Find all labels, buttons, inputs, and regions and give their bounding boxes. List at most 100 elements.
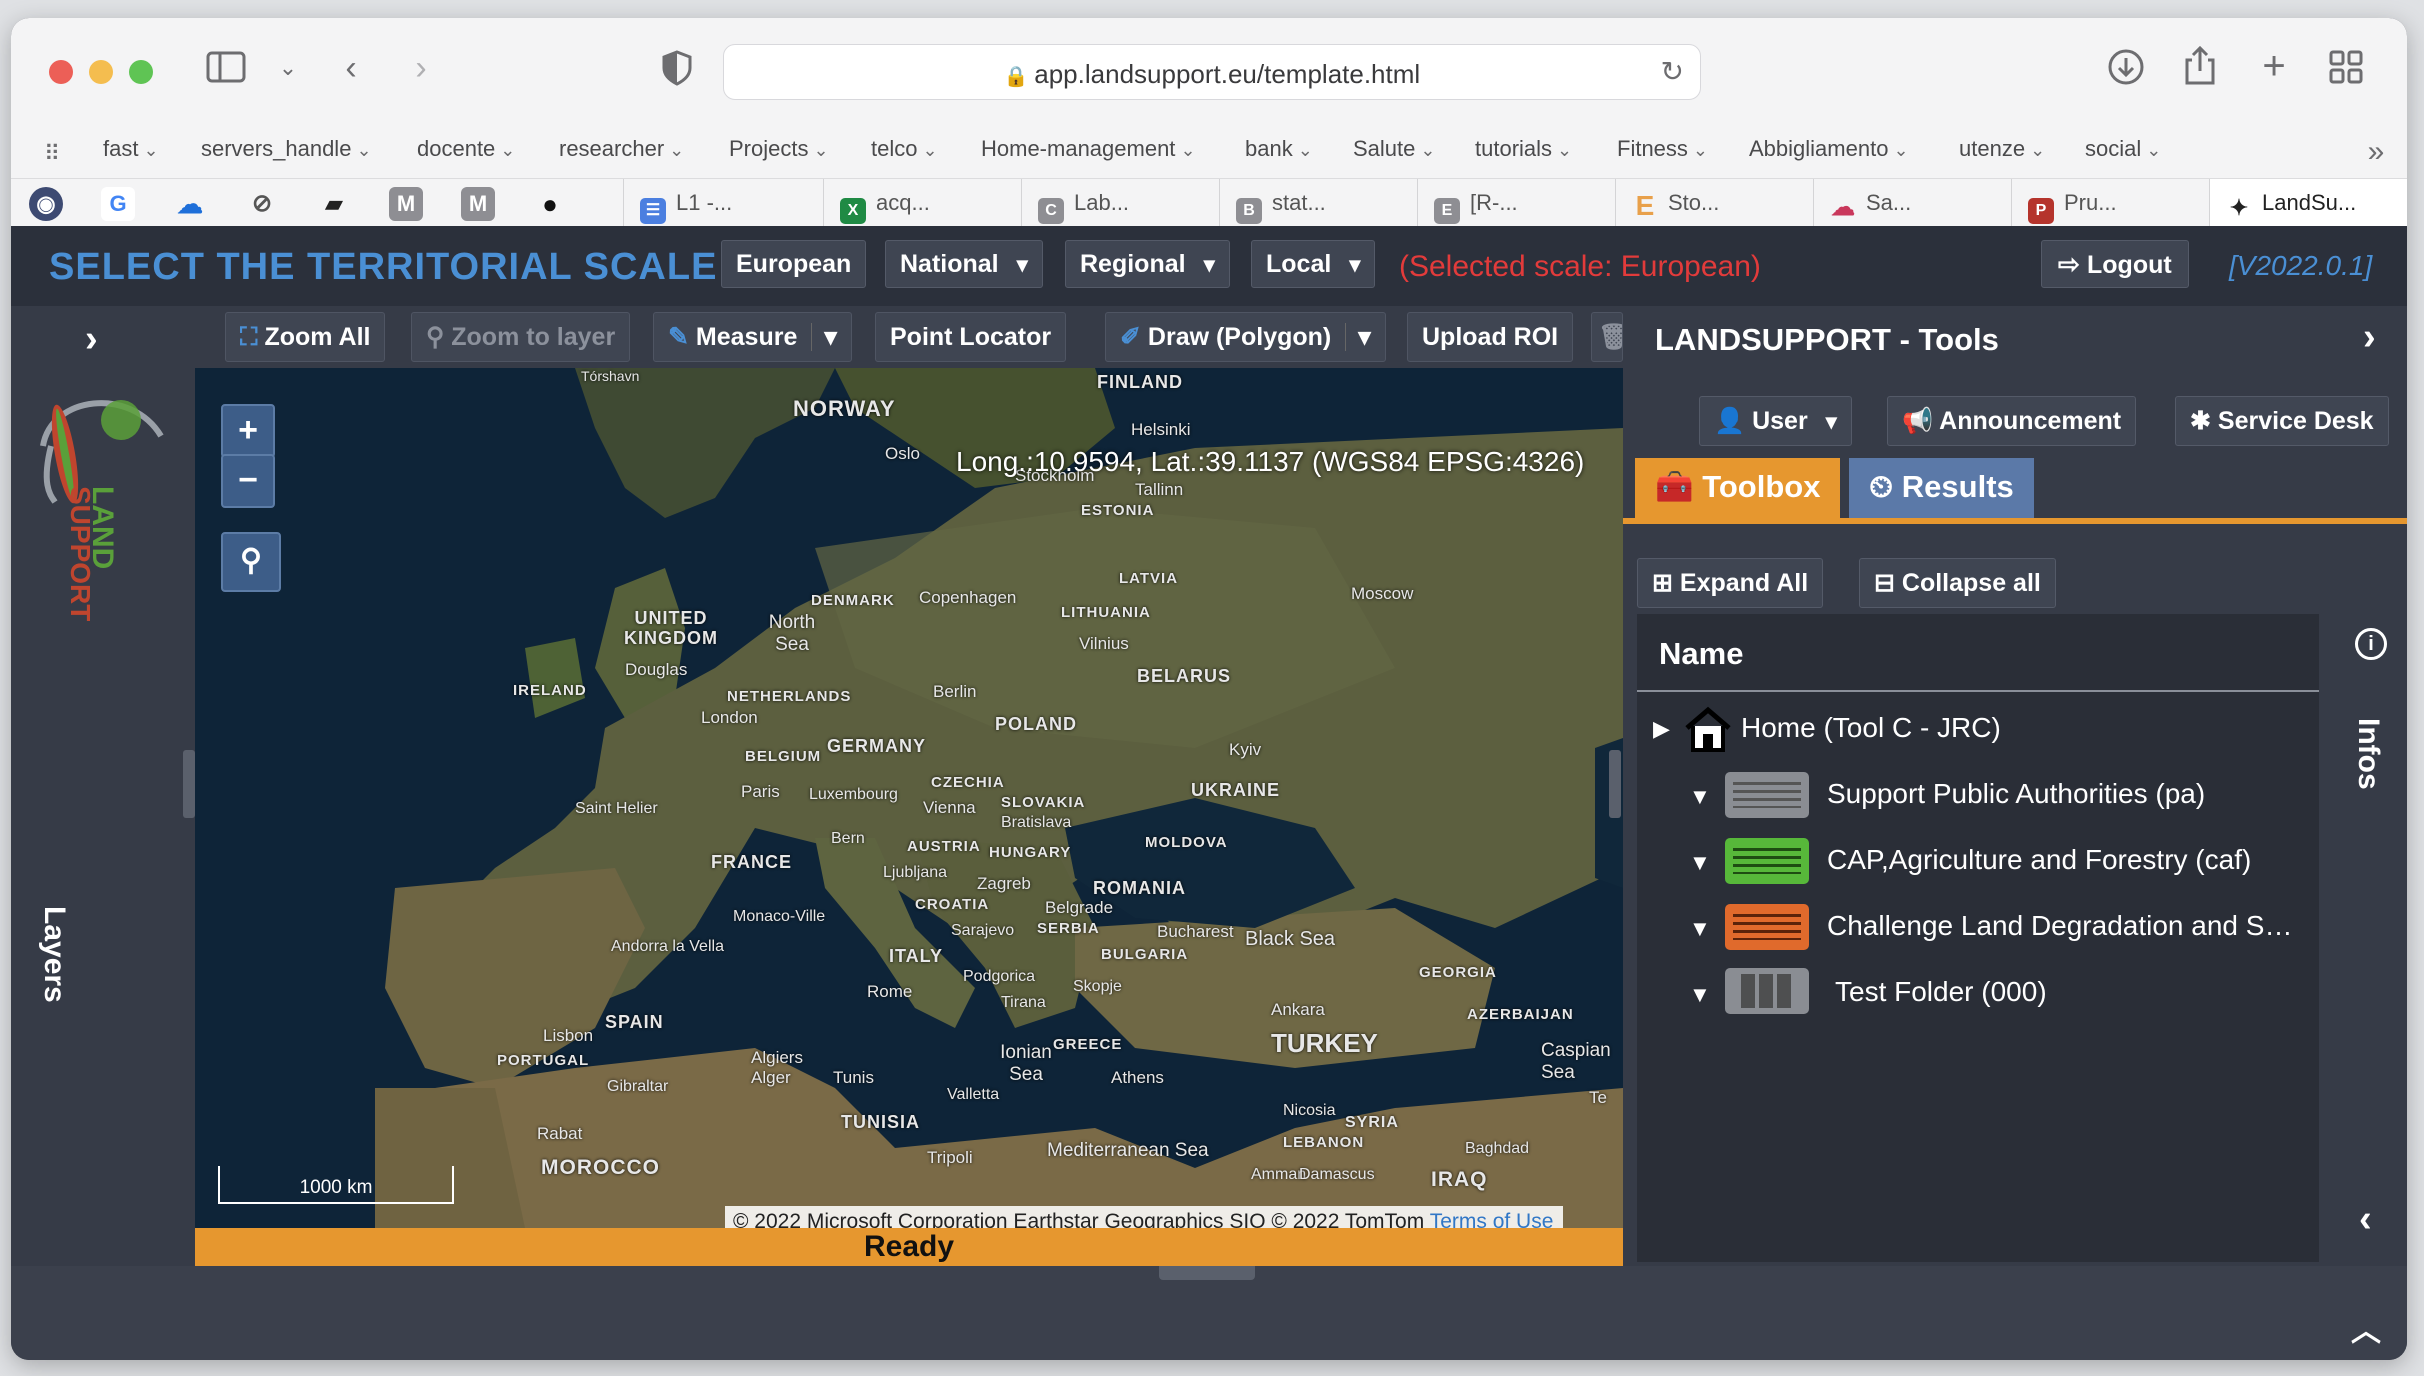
tab-r[interactable]: E [R-... bbox=[1417, 179, 1607, 227]
pinned-tab-compass[interactable]: ⊘ bbox=[245, 187, 279, 221]
map-view[interactable]: + − ⚲ bbox=[195, 368, 1623, 1228]
collapse-all-button[interactable]: ⊟ Collapse all bbox=[1859, 558, 2056, 608]
bookmark-social[interactable]: social bbox=[2085, 136, 2161, 162]
upload-roi-button[interactable]: Upload ROI bbox=[1407, 312, 1574, 362]
measure-button[interactable]: ✎ Measure ▾ bbox=[653, 312, 852, 362]
tree-item-home[interactable]: Home (Tool C - JRC) bbox=[1741, 712, 2001, 744]
tree-item-test-folder[interactable]: Test Folder (000) bbox=[1835, 976, 2047, 1008]
new-tab-icon[interactable]: + bbox=[2253, 46, 2295, 86]
bookmark-fast[interactable]: fast bbox=[103, 136, 159, 162]
fullscreen-window-button[interactable] bbox=[129, 60, 153, 84]
apps-grid-icon[interactable]: ⠿ bbox=[37, 134, 67, 174]
chevron-down-icon[interactable]: ⌄ bbox=[273, 48, 303, 88]
pinned-tab-m2[interactable]: M bbox=[461, 187, 495, 221]
right-panel-splitter[interactable] bbox=[1609, 750, 1621, 818]
tab-overview-icon[interactable] bbox=[2325, 50, 2367, 93]
zoom-all-button[interactable]: ⛶ Zoom All bbox=[225, 312, 386, 362]
share-icon[interactable] bbox=[2179, 45, 2221, 95]
zoom-out-button[interactable]: − bbox=[221, 454, 275, 508]
user-menu-button[interactable]: 👤 User bbox=[1699, 396, 1852, 446]
minimize-window-button[interactable] bbox=[89, 60, 113, 84]
megaphone-icon: 📢 bbox=[1902, 407, 1940, 435]
bookmark-abbigliamento[interactable]: Abbigliamento bbox=[1749, 136, 1909, 162]
left-panel-splitter[interactable] bbox=[183, 750, 195, 818]
scale-european-button[interactable]: European bbox=[721, 240, 867, 288]
tree-item-land-degradation[interactable]: Challenge Land Degradation and S… bbox=[1827, 910, 2292, 942]
tree-item-pa[interactable]: Support Public Authorities (pa) bbox=[1827, 778, 2205, 810]
tab-sa[interactable]: ☁ Sa... bbox=[1813, 179, 2003, 227]
privacy-shield-icon[interactable] bbox=[657, 50, 697, 95]
svg-text:SUPPORT: SUPPORT bbox=[65, 486, 96, 621]
tab-acq[interactable]: Xacq... bbox=[823, 179, 1019, 227]
scale-regional-button[interactable]: Regional bbox=[1065, 240, 1230, 288]
bookmark-tutorials[interactable]: tutorials bbox=[1475, 136, 1572, 162]
layers-tab-label[interactable]: Layers bbox=[37, 906, 71, 1003]
bookmark-telco[interactable]: telco bbox=[871, 136, 938, 162]
close-window-button[interactable] bbox=[49, 60, 73, 84]
tab-results[interactable]: ⏲ Results bbox=[1849, 458, 2034, 518]
expand-all-button[interactable]: ⊞ Expand All bbox=[1637, 558, 1824, 608]
expand-triangle-icon[interactable]: ▶ bbox=[1653, 716, 1670, 742]
delete-icon[interactable]: 🗑 bbox=[1591, 312, 1623, 362]
folder-grid-icon bbox=[1725, 968, 1809, 1014]
bottom-splitter-handle[interactable] bbox=[1159, 1266, 1255, 1280]
map-scale-bar: 1000 km bbox=[218, 1166, 454, 1204]
collapse-triangle-icon[interactable]: ▼ bbox=[1689, 916, 1711, 942]
map-label: GEORGIA bbox=[1419, 964, 1497, 981]
pinned-tab-github[interactable]: ● bbox=[533, 187, 567, 221]
service-desk-button[interactable]: ✱ Service Desk bbox=[2175, 396, 2389, 446]
pinned-tab-notebook[interactable]: ▰ bbox=[317, 187, 351, 221]
collapse-triangle-icon[interactable]: ▼ bbox=[1689, 784, 1711, 810]
bookmark-utenze[interactable]: utenze bbox=[1959, 136, 2045, 162]
tab-toolbox[interactable]: 🧰 Toolbox bbox=[1635, 458, 1841, 518]
logout-button[interactable]: ⇨ Logout bbox=[2041, 240, 2189, 288]
pinned-tab-google[interactable]: G bbox=[101, 187, 135, 221]
downloads-icon[interactable] bbox=[2105, 48, 2147, 95]
expand-infos-icon[interactable]: ‹ bbox=[2359, 1198, 2372, 1241]
pinned-tab-onedrive[interactable]: ☁ bbox=[173, 187, 207, 221]
map-label: Belgrade bbox=[1045, 898, 1114, 917]
more-bookmarks-icon[interactable]: » bbox=[2361, 132, 2391, 172]
tree-item-caf[interactable]: CAP,Agriculture and Forestry (caf) bbox=[1827, 844, 2251, 876]
bookmark-salute[interactable]: Salute bbox=[1353, 136, 1435, 162]
tab-sto[interactable]: E Sto... bbox=[1615, 179, 1805, 227]
draw-dropdown-icon[interactable]: ▾ bbox=[1345, 323, 1371, 351]
map-label: Luxembourg bbox=[809, 786, 898, 803]
tab-pru[interactable]: P Pru... bbox=[2011, 179, 2201, 227]
bookmark-researcher[interactable]: researcher bbox=[559, 136, 684, 162]
pinned-tab-m1[interactable]: M bbox=[389, 187, 423, 221]
expand-layers-icon[interactable]: › bbox=[85, 318, 98, 361]
tab-lab[interactable]: C Lab... bbox=[1021, 179, 1211, 227]
point-locator-button[interactable]: Point Locator bbox=[875, 312, 1067, 362]
bookmark-bank[interactable]: bank bbox=[1245, 136, 1313, 162]
bookmark-docente[interactable]: docente bbox=[417, 136, 515, 162]
announcement-button[interactable]: 📢 Announcement bbox=[1887, 396, 2137, 446]
zoom-to-layer-button[interactable]: ⚲ Zoom to layer bbox=[411, 312, 631, 362]
scale-national-button[interactable]: National bbox=[885, 240, 1043, 288]
map-search-button[interactable]: ⚲ bbox=[221, 532, 281, 592]
map-label: UNITED KINGDOM bbox=[624, 608, 718, 648]
sidebar-toggle-icon[interactable] bbox=[203, 50, 249, 93]
collapse-triangle-icon[interactable]: ▼ bbox=[1689, 850, 1711, 876]
tab-landsupport[interactable]: ✦ LandSu... bbox=[2209, 179, 2407, 227]
bookmark-servers-handle[interactable]: servers_handle bbox=[201, 136, 372, 162]
scale-local-button[interactable]: Local bbox=[1251, 240, 1376, 288]
bookmark-home-management[interactable]: Home-management bbox=[981, 136, 1196, 162]
pinned-tab-globe[interactable]: ◉ bbox=[29, 187, 63, 221]
reload-icon[interactable]: ↻ bbox=[1661, 55, 1684, 88]
infos-tab-label[interactable]: Infos bbox=[2351, 718, 2385, 790]
measure-dropdown-icon[interactable]: ▾ bbox=[811, 323, 837, 351]
forward-icon[interactable]: › bbox=[401, 48, 441, 88]
collapse-triangle-icon[interactable]: ▼ bbox=[1689, 982, 1711, 1008]
collapse-tools-icon[interactable]: › bbox=[2363, 316, 2376, 359]
bookmark-projects[interactable]: Projects bbox=[729, 136, 829, 162]
back-icon[interactable]: ‹ bbox=[331, 48, 371, 88]
address-bar[interactable]: 🔒 app.landsupport.eu/template.html ↻ bbox=[723, 44, 1701, 100]
tab-l1[interactable]: ☰ L1 -... bbox=[623, 179, 795, 227]
expand-bottom-icon[interactable]: ︿ bbox=[2351, 1306, 2381, 1350]
draw-polygon-button[interactable]: ✐ Draw (Polygon) ▾ bbox=[1105, 312, 1386, 362]
tab-stat[interactable]: Bstat... bbox=[1219, 179, 1409, 227]
folder-orange-icon bbox=[1725, 904, 1809, 950]
bookmark-fitness[interactable]: Fitness bbox=[1617, 136, 1708, 162]
zoom-in-button[interactable]: + bbox=[221, 404, 275, 458]
